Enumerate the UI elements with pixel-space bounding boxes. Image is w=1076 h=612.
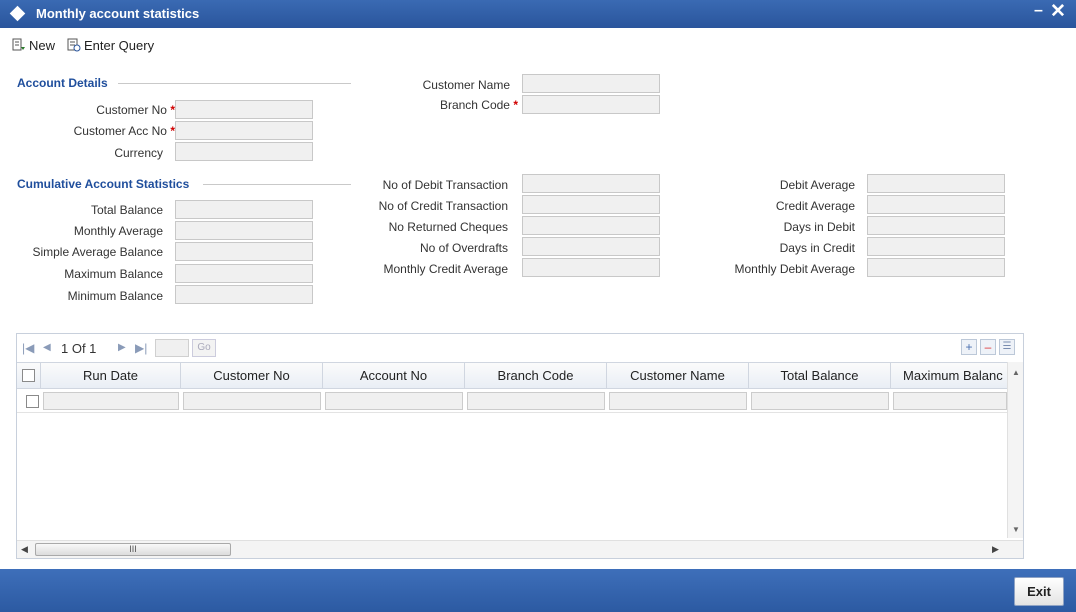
branch-code-field[interactable] bbox=[522, 95, 660, 114]
no-credit-transaction-field[interactable] bbox=[522, 195, 660, 214]
scroll-thumb[interactable]: III bbox=[35, 543, 231, 556]
debit-average-label: Debit Average bbox=[779, 178, 855, 192]
simple-average-balance-field[interactable] bbox=[175, 242, 313, 261]
grid-pager: |◀ ◀ 1 Of 1 ▶ ▶| Go + – ☰ bbox=[17, 334, 1023, 362]
vertical-scrollbar[interactable]: ▲ ▼ bbox=[1007, 362, 1023, 538]
exit-button[interactable]: Exit bbox=[1014, 577, 1064, 606]
monthly-debit-average-label: Monthly Debit Average bbox=[734, 262, 855, 276]
monthly-average-label: Monthly Average bbox=[73, 224, 163, 238]
horizontal-scrollbar[interactable]: ◀ III ▶ bbox=[17, 540, 1023, 558]
enter-query-button[interactable]: Enter Query bbox=[67, 38, 154, 53]
enter-query-label: Enter Query bbox=[84, 38, 155, 53]
previous-page-button[interactable]: ◀ bbox=[43, 342, 51, 353]
no-debit-transaction-field[interactable] bbox=[522, 174, 660, 193]
scroll-right-icon[interactable]: ▶ bbox=[992, 544, 999, 555]
monthly-debit-average-field[interactable] bbox=[867, 258, 1005, 277]
column-header[interactable]: Account No bbox=[323, 363, 465, 389]
new-label: New bbox=[29, 38, 56, 53]
total-balance-label: Total Balance bbox=[90, 203, 163, 217]
credit-average-field[interactable] bbox=[867, 195, 1005, 214]
account-details-title: Account Details bbox=[17, 76, 108, 90]
scroll-left-icon[interactable]: ◀ bbox=[21, 544, 28, 555]
customer-acc-no-field[interactable] bbox=[175, 121, 313, 140]
window-title-bar: Monthly account statistics – ✕ bbox=[0, 0, 1076, 28]
column-header[interactable]: Branch Code bbox=[465, 363, 607, 389]
table-row bbox=[17, 390, 1007, 413]
maximum-balance-label: Maximum Balance bbox=[64, 267, 163, 281]
grid-header: Run Date Customer No Account No Branch C… bbox=[17, 362, 1007, 389]
view-options-button[interactable]: ☰ bbox=[999, 339, 1015, 355]
no-overdrafts-label: No of Overdrafts bbox=[419, 241, 508, 255]
select-all-checkbox[interactable] bbox=[22, 369, 35, 382]
cumulative-stats-title: Cumulative Account Statistics bbox=[17, 177, 190, 191]
page-indicator: 1 Of 1 bbox=[61, 341, 97, 356]
minimum-balance-field[interactable] bbox=[175, 285, 313, 304]
footer-bar: Exit bbox=[0, 569, 1076, 612]
go-button[interactable]: Go bbox=[192, 339, 216, 357]
column-header[interactable]: Total Balance bbox=[749, 363, 891, 389]
customer-name-field[interactable] bbox=[522, 74, 660, 93]
total-balance-field[interactable] bbox=[175, 200, 313, 219]
no-returned-cheques-field[interactable] bbox=[522, 216, 660, 235]
required-marker: * bbox=[513, 98, 518, 112]
new-document-icon bbox=[12, 38, 25, 51]
cumulative-stats-divider bbox=[203, 184, 351, 185]
days-in-debit-label: Days in Debit bbox=[783, 220, 855, 234]
no-overdrafts-field[interactable] bbox=[522, 237, 660, 256]
customer-name-label: Customer Name bbox=[422, 78, 510, 92]
next-page-button[interactable]: ▶ bbox=[118, 342, 126, 353]
currency-field[interactable] bbox=[175, 142, 313, 161]
row-checkbox[interactable] bbox=[26, 395, 39, 408]
query-icon bbox=[67, 38, 81, 52]
monthly-credit-average-label: Monthly Credit Average bbox=[383, 262, 508, 276]
total-balance-cell[interactable] bbox=[751, 392, 889, 410]
minimize-button[interactable]: – bbox=[1034, 2, 1043, 20]
branch-code-label: Branch Code * bbox=[439, 98, 518, 112]
customer-no-field[interactable] bbox=[175, 100, 313, 119]
scroll-down-icon[interactable]: ▼ bbox=[1012, 525, 1020, 534]
column-header[interactable]: Customer No bbox=[181, 363, 323, 389]
customer-name-cell[interactable] bbox=[609, 392, 747, 410]
no-debit-transaction-label: No of Debit Transaction bbox=[382, 178, 508, 192]
statistics-grid: |◀ ◀ 1 Of 1 ▶ ▶| Go + – ☰ Run Date Custo… bbox=[16, 333, 1024, 559]
last-page-button[interactable]: ▶| bbox=[135, 341, 147, 355]
currency-label: Currency bbox=[114, 146, 163, 160]
days-in-debit-field[interactable] bbox=[867, 216, 1005, 235]
maximum-balance-cell[interactable] bbox=[893, 392, 1007, 410]
delete-row-button[interactable]: – bbox=[980, 339, 996, 355]
column-header[interactable]: Run Date bbox=[41, 363, 181, 389]
page-number-input[interactable] bbox=[155, 339, 189, 357]
new-button[interactable]: New bbox=[12, 38, 55, 53]
first-page-button[interactable]: |◀ bbox=[22, 341, 34, 355]
account-no-cell[interactable] bbox=[325, 392, 463, 410]
window-title: Monthly account statistics bbox=[36, 6, 200, 21]
column-header[interactable]: Customer Name bbox=[607, 363, 749, 389]
simple-average-balance-label: Simple Average Balance bbox=[32, 245, 163, 259]
days-in-credit-label: Days in Credit bbox=[779, 241, 855, 255]
customer-no-label: Customer No * bbox=[96, 103, 175, 117]
customer-no-cell[interactable] bbox=[183, 392, 321, 410]
monthly-average-field[interactable] bbox=[175, 221, 313, 240]
add-row-button[interactable]: + bbox=[961, 339, 977, 355]
select-all-cell bbox=[17, 363, 41, 389]
scroll-up-icon[interactable]: ▲ bbox=[1012, 368, 1020, 377]
minimum-balance-label: Minimum Balance bbox=[67, 289, 163, 303]
monthly-credit-average-field[interactable] bbox=[522, 258, 660, 277]
maximum-balance-field[interactable] bbox=[175, 264, 313, 283]
days-in-credit-field[interactable] bbox=[867, 237, 1005, 256]
toolbar: New Enter Query bbox=[0, 28, 1076, 60]
debit-average-field[interactable] bbox=[867, 174, 1005, 193]
branch-code-cell[interactable] bbox=[467, 392, 605, 410]
account-details-divider bbox=[118, 83, 351, 84]
customer-acc-no-label: Customer Acc No * bbox=[73, 124, 175, 138]
column-header[interactable]: Maximum Balanc bbox=[891, 363, 1007, 389]
credit-average-label: Credit Average bbox=[775, 199, 855, 213]
no-credit-transaction-label: No of Credit Transaction bbox=[378, 199, 508, 213]
no-returned-cheques-label: No Returned Cheques bbox=[388, 220, 508, 234]
close-button[interactable]: ✕ bbox=[1050, 0, 1066, 23]
run-date-cell[interactable] bbox=[43, 392, 179, 410]
app-diamond-icon bbox=[9, 5, 26, 22]
